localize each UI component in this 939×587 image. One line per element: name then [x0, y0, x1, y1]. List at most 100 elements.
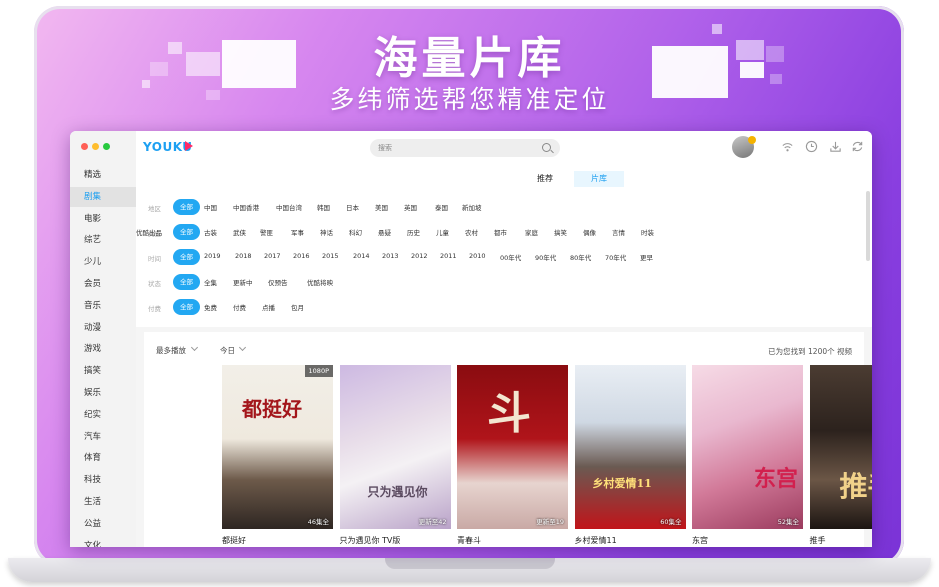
refresh-icon[interactable] [851, 140, 864, 153]
search-icon[interactable] [542, 143, 551, 152]
filter-option[interactable]: 优酷出品 [136, 227, 162, 237]
filter-option[interactable]: 中国台湾 [276, 202, 302, 212]
filter-option[interactable]: 都市 [494, 227, 507, 237]
filter-option[interactable]: 仅预告 [268, 277, 288, 287]
filter-option[interactable]: 悬疑 [378, 227, 391, 237]
sidebar-item[interactable]: 剧集 [70, 186, 136, 207]
history-icon[interactable] [805, 140, 818, 153]
filter-option[interactable]: 全集 [204, 277, 217, 287]
filter-option[interactable]: 70年代 [605, 252, 626, 262]
filter-option[interactable]: 泰国 [435, 202, 448, 212]
sidebar-item[interactable]: 纪实 [70, 405, 136, 425]
filter-option[interactable]: 更新中 [233, 277, 253, 287]
sidebar-item[interactable]: 生活 [70, 492, 136, 512]
filter-option[interactable]: 00年代 [500, 252, 521, 262]
sidebar-item[interactable]: 综艺 [70, 230, 136, 250]
filter-option[interactable]: 2016 [293, 252, 310, 260]
video-poster[interactable]: 乡村爱情11会员免费60集全 [574, 365, 686, 529]
video-poster[interactable]: 只为遇见你会员免费更新至42 [339, 365, 451, 529]
sidebar-item[interactable]: 游戏 [70, 339, 136, 359]
filter-option[interactable]: 偶像 [583, 227, 596, 237]
scrollbar[interactable] [866, 191, 870, 261]
filter-option[interactable]: 韩国 [317, 202, 330, 212]
filter-option[interactable]: 2012 [411, 252, 428, 260]
filter-option[interactable]: 言情 [612, 227, 625, 237]
filter-option[interactable]: 武侠 [233, 227, 246, 237]
close-button[interactable] [81, 143, 88, 150]
sidebar-item[interactable]: 文化 [70, 536, 136, 547]
minimize-button[interactable] [92, 143, 99, 150]
filter-option[interactable]: 2013 [382, 252, 399, 260]
filter-option[interactable]: 全部 [173, 199, 200, 215]
sidebar-item[interactable]: 音乐 [70, 296, 136, 316]
filter-option[interactable]: 免费 [204, 302, 217, 312]
filter-option[interactable]: 美国 [375, 202, 388, 212]
filter-option[interactable]: 80年代 [570, 252, 591, 262]
filter-option[interactable]: 新加坡 [462, 202, 482, 212]
filter-option[interactable]: 中国 [204, 202, 217, 212]
download-icon[interactable] [829, 140, 842, 153]
filter-option[interactable]: 2010 [469, 252, 486, 260]
filter-option[interactable]: 英国 [404, 202, 417, 212]
filter-option[interactable]: 2015 [322, 252, 339, 260]
sort-dropdown-primary[interactable]: 最多播放 [156, 345, 186, 356]
filter-option[interactable]: 日本 [346, 202, 359, 212]
chevron-down-icon[interactable] [190, 343, 199, 352]
sidebar-item[interactable]: 电影 [70, 209, 136, 229]
video-title[interactable]: 乡村爱情11 [575, 535, 617, 546]
filter-option[interactable]: 2019 [204, 252, 221, 260]
filter-option[interactable]: 全部 [173, 299, 200, 315]
sort-dropdown-secondary[interactable]: 今日 [220, 345, 235, 356]
filter-option[interactable]: 90年代 [535, 252, 556, 262]
filter-option[interactable]: 搞笑 [554, 227, 567, 237]
sidebar-item[interactable]: 娱乐 [70, 383, 136, 403]
video-title[interactable]: 东宫 [692, 535, 708, 546]
filter-option[interactable]: 警匪 [260, 227, 273, 237]
filter-option[interactable]: 全部 [173, 249, 200, 265]
filter-option[interactable]: 家庭 [525, 227, 538, 237]
filter-option[interactable]: 优酷将映 [307, 277, 333, 287]
search-bar[interactable]: 搜索 [370, 139, 560, 157]
filter-option[interactable]: 儿童 [436, 227, 449, 237]
sidebar-item[interactable]: 搞笑 [70, 361, 136, 381]
filter-option[interactable]: 科幻 [349, 227, 362, 237]
filter-option[interactable]: 2017 [264, 252, 281, 260]
sidebar-item[interactable]: 科技 [70, 470, 136, 490]
video-poster[interactable]: 都挺好 1080P 46集全 [222, 365, 333, 529]
filter-option[interactable]: 全部 [173, 224, 200, 240]
sidebar-item[interactable]: 少儿 [70, 252, 136, 272]
filter-option[interactable]: 2014 [353, 252, 370, 260]
tab-library[interactable]: 片库 [574, 171, 624, 187]
video-title[interactable]: 推手 [810, 535, 826, 546]
video-poster[interactable]: 斗会员免费更新至19 [457, 365, 568, 529]
sidebar-item[interactable]: 精选 [70, 165, 136, 185]
filter-option[interactable]: 军事 [291, 227, 304, 237]
filter-option[interactable]: 农村 [465, 227, 478, 237]
wifi-icon[interactable] [781, 140, 794, 153]
sidebar-item[interactable]: 会员 [70, 274, 136, 294]
sidebar-item[interactable]: 公益 [70, 514, 136, 534]
maximize-button[interactable] [103, 143, 110, 150]
filter-option[interactable]: 历史 [407, 227, 420, 237]
chevron-down-icon[interactable] [238, 343, 247, 352]
video-title[interactable]: 都挺好 [222, 535, 246, 546]
filter-option[interactable]: 更早 [640, 252, 653, 262]
sidebar-item[interactable]: 体育 [70, 448, 136, 468]
sidebar-item[interactable]: 汽车 [70, 427, 136, 447]
video-title[interactable]: 青春斗 [457, 535, 481, 546]
filter-option[interactable]: 点播 [262, 302, 275, 312]
video-title[interactable]: 只为遇见你 TV版 [340, 535, 401, 546]
filter-option[interactable]: 2018 [235, 252, 252, 260]
filter-option[interactable]: 全部 [173, 274, 200, 290]
video-poster[interactable]: 东宫会员免费52集全 [692, 365, 803, 529]
filter-option[interactable]: 中国香港 [233, 202, 259, 212]
tab-recommend[interactable]: 推荐 [520, 171, 570, 187]
filter-option[interactable]: 时装 [641, 227, 654, 237]
sidebar-item[interactable]: 动漫 [70, 318, 136, 338]
filter-option[interactable]: 神话 [320, 227, 333, 237]
video-poster[interactable]: 推手1080P更新至15 [809, 365, 872, 529]
search-input[interactable]: 搜索 [378, 143, 392, 153]
filter-option[interactable]: 2011 [440, 252, 457, 260]
filter-option[interactable]: 付费 [233, 302, 246, 312]
filter-option[interactable]: 包月 [291, 302, 304, 312]
